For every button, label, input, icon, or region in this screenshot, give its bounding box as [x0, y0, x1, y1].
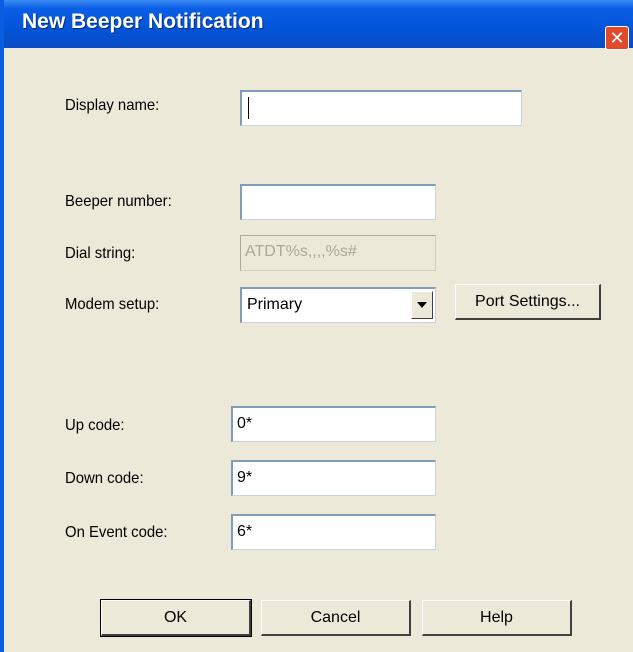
dial-string-value: ATDT%s,,,,%s# [245, 243, 357, 260]
ok-button[interactable]: OK [100, 599, 252, 637]
up-code-label: Up code: [65, 417, 125, 434]
up-code-input[interactable]: 0* [231, 406, 436, 442]
title-bar[interactable]: New Beeper Notification ✕ [4, 0, 633, 50]
dial-string-label: Dial string: [65, 245, 136, 262]
dropdown-button[interactable] [411, 291, 433, 319]
down-code-label: Down code: [65, 470, 144, 487]
beeper-number-label: Beeper number: [65, 193, 172, 210]
on-event-code-value: 6* [237, 523, 253, 540]
display-name-input[interactable] [240, 90, 522, 126]
window-title: New Beeper Notification [22, 10, 264, 33]
close-button[interactable]: ✕ [605, 26, 629, 50]
port-settings-button[interactable]: Port Settings... [455, 284, 601, 320]
text-caret [248, 96, 249, 119]
cancel-button[interactable]: Cancel [261, 600, 411, 636]
help-button[interactable]: Help [422, 600, 572, 636]
down-code-input[interactable]: 9* [231, 460, 436, 496]
chevron-down-icon [417, 302, 427, 308]
dial-string-input: ATDT%s,,,,%s# [240, 235, 436, 271]
modem-setup-label: Modem setup: [65, 296, 160, 313]
modem-setup-select[interactable]: Primary [240, 287, 436, 323]
on-event-code-input[interactable]: 6* [231, 514, 436, 550]
modem-setup-value: Primary [247, 296, 303, 313]
up-code-value: 0* [237, 415, 253, 432]
display-name-label: Display name: [65, 97, 160, 114]
beeper-number-input[interactable] [240, 184, 436, 220]
down-code-value: 9* [237, 469, 253, 486]
dialog-window: New Beeper Notification ✕ Display name: … [0, 0, 633, 652]
on-event-code-label: On Event code: [65, 524, 168, 541]
close-icon: ✕ [609, 28, 625, 48]
